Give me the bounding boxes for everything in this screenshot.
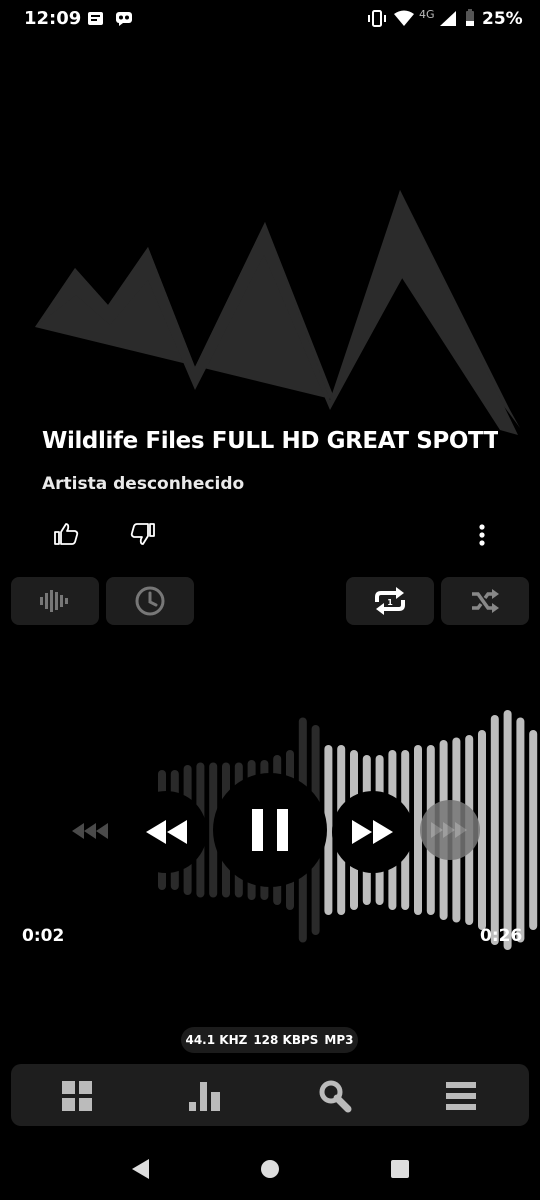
nav-search-button[interactable]: [309, 1076, 361, 1116]
nav-menu-button[interactable]: [435, 1076, 487, 1116]
sleep-timer-button[interactable]: [106, 577, 194, 625]
shuffle-button[interactable]: [441, 577, 529, 625]
nav-library-button[interactable]: [51, 1076, 103, 1116]
waveform-bar: [529, 730, 538, 930]
waveform-bar: [503, 710, 512, 950]
bottom-navigation: [11, 1064, 529, 1126]
battery-icon: [466, 9, 474, 26]
repeat-one-icon: 1: [375, 587, 405, 615]
menu-icon: [446, 1082, 476, 1110]
notification-news-icon: [88, 12, 103, 25]
dislike-button[interactable]: [123, 516, 163, 552]
signal-icon: [440, 11, 456, 26]
skip-previous-button[interactable]: [66, 815, 112, 847]
skip-next-button[interactable]: [420, 800, 480, 860]
repeat-one-badge: 1: [387, 598, 393, 607]
total-duration: 0:26: [480, 926, 523, 946]
thumbs-up-icon: [54, 523, 79, 545]
charts-icon: [189, 1082, 220, 1111]
shuffle-icon: [472, 589, 499, 613]
album-art: [35, 190, 520, 435]
elapsed-time: 0:02: [22, 926, 65, 946]
sleep-timer-icon: [135, 586, 165, 616]
pause-icon: [252, 809, 288, 851]
visualizer-button[interactable]: [11, 577, 99, 625]
track-artist[interactable]: Artista desconhecido: [42, 474, 244, 494]
fast-forward-button[interactable]: [332, 791, 414, 873]
rewind-icon: [146, 820, 187, 844]
status-bar: 12:09 4G 25%: [0, 0, 540, 38]
waveform-bar: [490, 715, 499, 945]
rewind-button[interactable]: [125, 791, 207, 873]
thumbs-down-icon: [130, 523, 155, 545]
track-title: Wildlife Files FULL HD GREAT SPOTTE: [42, 428, 498, 454]
sample-rate: 44.1 KHZ: [185, 1033, 248, 1047]
status-time: 12:09: [24, 8, 82, 29]
fast-rewind-double-icon: [72, 823, 108, 839]
network-type: 4G: [419, 8, 435, 21]
repeat-button[interactable]: 1: [346, 577, 434, 625]
more-options-button[interactable]: [466, 516, 498, 554]
home-button[interactable]: [252, 1152, 288, 1186]
wifi-icon: [394, 10, 414, 26]
nav-charts-button[interactable]: [179, 1076, 231, 1116]
like-button[interactable]: [46, 516, 86, 552]
play-pause-button[interactable]: [213, 773, 327, 887]
waveform-bar: [516, 717, 525, 943]
more-vertical-icon: [479, 524, 485, 546]
vibrate-icon: [368, 10, 386, 27]
recents-icon: [391, 1160, 409, 1178]
visualizer-icon: [40, 590, 68, 612]
battery-percentage: 25%: [482, 9, 523, 29]
fast-forward-icon: [352, 820, 393, 844]
fast-forward-double-icon: [431, 822, 467, 838]
notification-chat-icon: [116, 12, 132, 26]
codec: MP3: [324, 1033, 354, 1047]
back-icon: [132, 1159, 149, 1179]
back-button[interactable]: [122, 1152, 158, 1186]
recents-button[interactable]: [382, 1152, 418, 1186]
bitrate: 128 KBPS: [253, 1033, 319, 1047]
system-navigation-bar: [0, 1140, 540, 1200]
home-icon: [261, 1160, 279, 1178]
search-icon: [319, 1080, 352, 1113]
audio-format-info: 44.1 KHZ 128 KBPS MP3: [181, 1027, 358, 1053]
library-grid-icon: [62, 1081, 92, 1111]
